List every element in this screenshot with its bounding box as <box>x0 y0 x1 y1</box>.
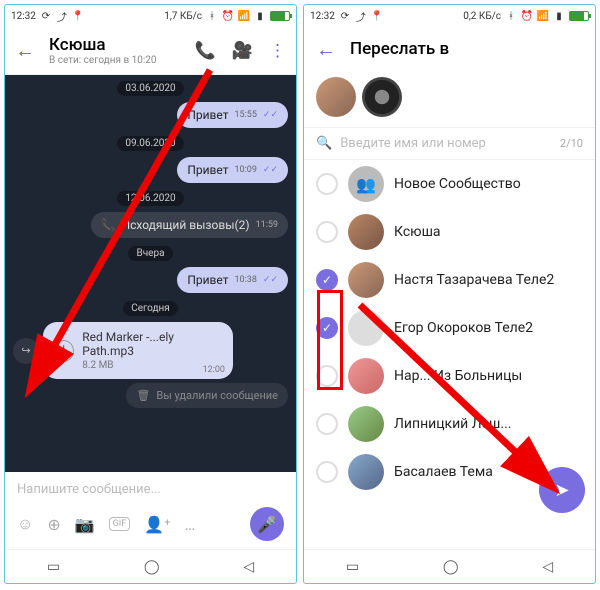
download-icon[interactable]: ⭳ <box>53 340 74 362</box>
search-row[interactable]: 🔍 Введите имя или номер 2/10 <box>304 127 595 160</box>
forward-screen: 12:32 ⟳ ⤴ 📍 0,2 КБ/с ᚼ ⏰ 📶 ▮ ← Переслать… <box>303 4 596 584</box>
message-bubble[interactable]: Привет10:09✓✓ <box>177 157 288 183</box>
wifi-icon: 📶 <box>238 10 250 22</box>
avatar <box>348 406 384 442</box>
date-separator: 03.06.2020 <box>117 81 183 96</box>
status-bar: 12:32 ⟳ ⤴ 📍 0,2 КБ/с ᚼ ⏰ 📶 ▮ <box>304 5 595 27</box>
nav-home[interactable]: ◯ <box>443 559 459 575</box>
checkbox[interactable] <box>316 461 338 483</box>
community-icon: 👥 <box>348 166 384 202</box>
contact-row[interactable]: Нар... Из Больницы <box>304 352 595 400</box>
date-separator: 09.06.2020 <box>117 136 183 151</box>
checkbox[interactable] <box>316 221 338 243</box>
status-time: 12:32 <box>11 11 36 22</box>
selection-count: 2/10 <box>560 137 583 150</box>
gif-icon[interactable]: GIF <box>109 517 131 531</box>
net-speed: 1,7 КБ/с <box>164 11 202 22</box>
camera-icon[interactable]: 📷 <box>75 515 95 534</box>
nav-recent[interactable]: ▭ <box>346 559 359 575</box>
avatar <box>348 214 384 250</box>
chat-presence: В сети: сегодня в 10:20 <box>49 55 157 66</box>
phone-out-icon: 📞 <box>101 218 116 232</box>
signal-icon: ▮ <box>254 10 266 22</box>
contact-row[interactable]: ✓Егор Окороков Теле2 <box>304 304 595 352</box>
forward-button[interactable]: ↪ <box>13 338 39 364</box>
nav-back[interactable]: ◁ <box>243 559 254 575</box>
contact-row[interactable]: Липницкий Леш... <box>304 400 595 448</box>
contact-row[interactable]: 👥Новое Сообщество <box>304 160 595 208</box>
battery-icon <box>569 11 589 21</box>
search-icon: 🔍 <box>316 136 332 151</box>
wifi-icon: 📶 <box>537 10 549 22</box>
call-log-bubble[interactable]: 📞Исходящий вызовы(2)11:59 <box>91 212 288 238</box>
bluetooth-icon: ᚼ <box>206 10 218 22</box>
avatar <box>348 358 384 394</box>
trash-icon: 🗑 <box>136 389 150 402</box>
selected-avatars <box>304 71 595 127</box>
date-separator: 12.06.2020 <box>117 191 183 206</box>
contact-row[interactable]: ✓Настя Тазарачева Теле2 <box>304 256 595 304</box>
location-status-icon: 📍 <box>72 10 84 22</box>
nav-home[interactable]: ◯ <box>144 559 160 575</box>
mic-button[interactable]: 🎤 <box>250 507 284 541</box>
message-bubble[interactable]: Привет15:55✓✓ <box>177 102 288 128</box>
share-status-icon: ⤴ <box>56 10 68 22</box>
call-button[interactable]: 📞 <box>195 41 216 61</box>
location-status-icon: 📍 <box>371 10 383 22</box>
annotation-box <box>317 290 343 390</box>
chat-title[interactable]: Ксюша <box>49 35 157 55</box>
bluetooth-icon: ᚼ <box>505 10 517 22</box>
signal-icon: ▮ <box>553 10 565 22</box>
contact-plus-icon[interactable]: 👤⁺ <box>144 515 170 534</box>
date-separator: Вчера <box>128 246 172 261</box>
back-button[interactable]: ← <box>316 37 336 62</box>
back-button[interactable]: ← <box>15 38 35 63</box>
selected-avatar[interactable] <box>316 77 356 117</box>
selected-avatar[interactable] <box>362 77 402 117</box>
more-button[interactable]: ⋮ <box>269 41 286 61</box>
sent-icon: ✓✓ <box>263 110 278 120</box>
status-time: 12:32 <box>310 11 335 22</box>
checkbox[interactable] <box>316 173 338 195</box>
sync-icon: ⟳ <box>339 10 351 22</box>
alarm-icon: ⏰ <box>222 10 234 22</box>
battery-icon <box>270 11 290 21</box>
date-separator: Сегодня <box>123 301 178 316</box>
video-call-button[interactable]: 🎥 <box>232 41 253 61</box>
deleted-message: 🗑Вы удалили сообщение <box>126 383 288 408</box>
avatar <box>348 310 384 346</box>
sticker-icon[interactable]: ☺ <box>17 514 33 534</box>
file-name: Red Marker -...ely Path.mp3 <box>82 330 223 358</box>
chat-header: ← Ксюша В сети: сегодня в 10:20 📞 🎥 ⋮ <box>5 27 296 75</box>
checkbox[interactable] <box>316 413 338 435</box>
alarm-icon: ⏰ <box>521 10 533 22</box>
nav-recent[interactable]: ▭ <box>47 559 60 575</box>
sent-icon: ✓✓ <box>263 275 278 285</box>
avatar <box>348 454 384 490</box>
forward-title: Переслать в <box>350 39 449 59</box>
file-bubble[interactable]: ⭳ Red Marker -...ely Path.mp3 8.2 MB 12:… <box>43 322 233 379</box>
plus-icon[interactable]: ⊕ <box>47 515 60 534</box>
net-speed: 0,2 КБ/с <box>463 11 501 22</box>
compose-area: Напишите сообщение... ☺ ⊕ 📷 GIF 👤⁺ … 🎤 <box>5 472 296 549</box>
message-bubble[interactable]: Привет10:38✓✓ <box>177 267 288 293</box>
more-tools-icon[interactable]: … <box>185 515 196 534</box>
sent-icon: ✓✓ <box>263 165 278 175</box>
chat-body[interactable]: 03.06.2020 Привет15:55✓✓ 09.06.2020 Прив… <box>5 75 296 472</box>
share-status-icon: ⤴ <box>355 10 367 22</box>
search-placeholder: Введите имя или номер <box>340 136 486 151</box>
nav-back[interactable]: ◁ <box>542 559 553 575</box>
forward-header: ← Переслать в <box>304 27 595 71</box>
system-nav: ▭ ◯ ◁ <box>5 549 296 583</box>
status-bar: 12:32 ⟳ ⤴ 📍 1,7 КБ/с ᚼ ⏰ 📶 ▮ <box>5 5 296 27</box>
chat-screen: 12:32 ⟳ ⤴ 📍 1,7 КБ/с ᚼ ⏰ 📶 ▮ ← Ксюша В с… <box>4 4 297 584</box>
contact-row[interactable]: Ксюша <box>304 208 595 256</box>
compose-input[interactable]: Напишите сообщение... <box>13 478 288 507</box>
checkbox-checked[interactable]: ✓ <box>316 269 338 291</box>
send-button[interactable]: ➤ <box>539 467 585 513</box>
avatar <box>348 262 384 298</box>
system-nav: ▭ ◯ ◁ <box>304 549 595 583</box>
sync-icon: ⟳ <box>40 10 52 22</box>
